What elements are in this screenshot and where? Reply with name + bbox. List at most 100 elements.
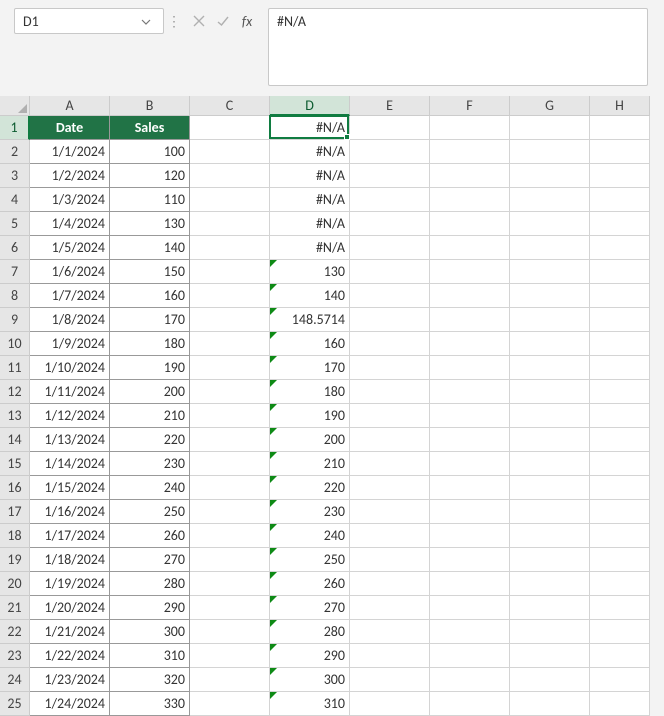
cell-E7[interactable]: [350, 260, 430, 284]
cell-H13[interactable]: [590, 404, 650, 428]
cell-H7[interactable]: [590, 260, 650, 284]
cell-F20[interactable]: [430, 572, 510, 596]
row-headers[interactable]: 1234567891011121314151617181920212223242…: [0, 116, 30, 716]
cell-F17[interactable]: [430, 500, 510, 524]
cell-A22[interactable]: 1/21/2024: [30, 620, 110, 644]
row-header-3[interactable]: 3: [0, 164, 30, 188]
column-header-E[interactable]: E: [350, 96, 430, 116]
cell-E17[interactable]: [350, 500, 430, 524]
cell-E11[interactable]: [350, 356, 430, 380]
cell-F19[interactable]: [430, 548, 510, 572]
cell-C5[interactable]: [190, 212, 270, 236]
cell-C22[interactable]: [190, 620, 270, 644]
cell-A15[interactable]: 1/14/2024: [30, 452, 110, 476]
cell-B10[interactable]: 180: [110, 332, 190, 356]
cell-H1[interactable]: [590, 116, 650, 140]
cell-G5[interactable]: [510, 212, 590, 236]
cell-G20[interactable]: [510, 572, 590, 596]
cell-F10[interactable]: [430, 332, 510, 356]
cell-D14[interactable]: 200: [270, 428, 350, 452]
cell-H16[interactable]: [590, 476, 650, 500]
cell-E20[interactable]: [350, 572, 430, 596]
cell-D21[interactable]: 270: [270, 596, 350, 620]
cell-F3[interactable]: [430, 164, 510, 188]
cell-A14[interactable]: 1/13/2024: [30, 428, 110, 452]
cell-E22[interactable]: [350, 620, 430, 644]
cell-H5[interactable]: [590, 212, 650, 236]
cell-D9[interactable]: 148.5714: [270, 308, 350, 332]
cell-B14[interactable]: 220: [110, 428, 190, 452]
cell-F9[interactable]: [430, 308, 510, 332]
cell-F8[interactable]: [430, 284, 510, 308]
cell-B5[interactable]: 130: [110, 212, 190, 236]
cell-D10[interactable]: 160: [270, 332, 350, 356]
cell-E9[interactable]: [350, 308, 430, 332]
cell-A9[interactable]: 1/8/2024: [30, 308, 110, 332]
column-header-B[interactable]: B: [110, 96, 190, 116]
cell-E4[interactable]: [350, 188, 430, 212]
cell-B21[interactable]: 290: [110, 596, 190, 620]
cell-C12[interactable]: [190, 380, 270, 404]
fx-icon[interactable]: fx: [236, 10, 258, 32]
cell-H10[interactable]: [590, 332, 650, 356]
cell-A6[interactable]: 1/5/2024: [30, 236, 110, 260]
cell-C24[interactable]: [190, 668, 270, 692]
cell-C19[interactable]: [190, 548, 270, 572]
cell-B4[interactable]: 110: [110, 188, 190, 212]
cell-C21[interactable]: [190, 596, 270, 620]
cell-F16[interactable]: [430, 476, 510, 500]
cell-F23[interactable]: [430, 644, 510, 668]
cell-B9[interactable]: 170: [110, 308, 190, 332]
name-box-dropdown-icon[interactable]: [137, 15, 155, 28]
cell-H21[interactable]: [590, 596, 650, 620]
select-all-triangle[interactable]: [0, 96, 30, 116]
cell-A12[interactable]: 1/11/2024: [30, 380, 110, 404]
cell-C4[interactable]: [190, 188, 270, 212]
row-header-23[interactable]: 23: [0, 644, 30, 668]
cell-G8[interactable]: [510, 284, 590, 308]
cell-C17[interactable]: [190, 500, 270, 524]
cell-F25[interactable]: [430, 692, 510, 716]
cell-A8[interactable]: 1/7/2024: [30, 284, 110, 308]
cell-E3[interactable]: [350, 164, 430, 188]
cell-B19[interactable]: 270: [110, 548, 190, 572]
cell-E10[interactable]: [350, 332, 430, 356]
cell-E12[interactable]: [350, 380, 430, 404]
cell-E24[interactable]: [350, 668, 430, 692]
row-header-11[interactable]: 11: [0, 356, 30, 380]
cell-A4[interactable]: 1/3/2024: [30, 188, 110, 212]
cell-B2[interactable]: 100: [110, 140, 190, 164]
cell-C3[interactable]: [190, 164, 270, 188]
cell-G14[interactable]: [510, 428, 590, 452]
row-header-16[interactable]: 16: [0, 476, 30, 500]
cell-D23[interactable]: 290: [270, 644, 350, 668]
cell-C2[interactable]: [190, 140, 270, 164]
cell-B12[interactable]: 200: [110, 380, 190, 404]
cell-C23[interactable]: [190, 644, 270, 668]
cell-C7[interactable]: [190, 260, 270, 284]
cell-A7[interactable]: 1/6/2024: [30, 260, 110, 284]
cell-H25[interactable]: [590, 692, 650, 716]
cell-E19[interactable]: [350, 548, 430, 572]
cell-H17[interactable]: [590, 500, 650, 524]
cell-H18[interactable]: [590, 524, 650, 548]
cell-G22[interactable]: [510, 620, 590, 644]
row-header-19[interactable]: 19: [0, 548, 30, 572]
cell-C13[interactable]: [190, 404, 270, 428]
cell-D18[interactable]: 240: [270, 524, 350, 548]
cell-B15[interactable]: 230: [110, 452, 190, 476]
row-header-12[interactable]: 12: [0, 380, 30, 404]
cell-G16[interactable]: [510, 476, 590, 500]
row-header-5[interactable]: 5: [0, 212, 30, 236]
cell-C18[interactable]: [190, 524, 270, 548]
column-header-F[interactable]: F: [430, 96, 510, 116]
cell-G10[interactable]: [510, 332, 590, 356]
row-header-7[interactable]: 7: [0, 260, 30, 284]
cell-H6[interactable]: [590, 236, 650, 260]
cell-G6[interactable]: [510, 236, 590, 260]
cell-C20[interactable]: [190, 572, 270, 596]
cell-B24[interactable]: 320: [110, 668, 190, 692]
row-header-17[interactable]: 17: [0, 500, 30, 524]
cell-A1[interactable]: Date: [30, 116, 110, 140]
cell-D4[interactable]: #N/A: [270, 188, 350, 212]
